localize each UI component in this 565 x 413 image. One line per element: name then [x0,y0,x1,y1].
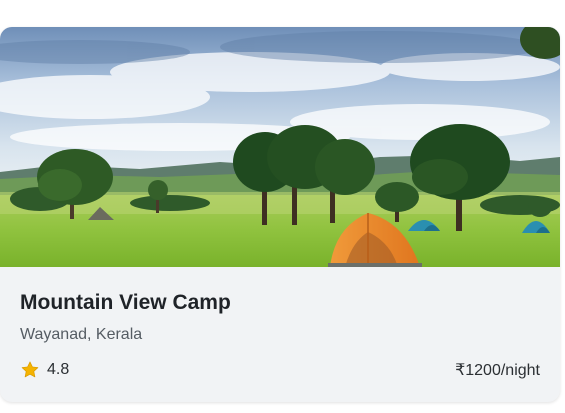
camp-price: ₹1200/night [455,362,540,379]
camp-rating: 4.8 [20,360,69,380]
rating-value: 4.8 [47,361,70,378]
camp-card[interactable]: Mountain View Camp Wayanad, Kerala 4.8 ₹… [0,27,560,402]
camp-photo[interactable] [0,27,560,267]
camp-location: Wayanad, Kerala [20,326,143,343]
camp-title[interactable]: Mountain View Camp [20,291,231,315]
star-icon [21,361,39,378]
camp-info: Mountain View Camp Wayanad, Kerala 4.8 ₹… [0,267,560,402]
